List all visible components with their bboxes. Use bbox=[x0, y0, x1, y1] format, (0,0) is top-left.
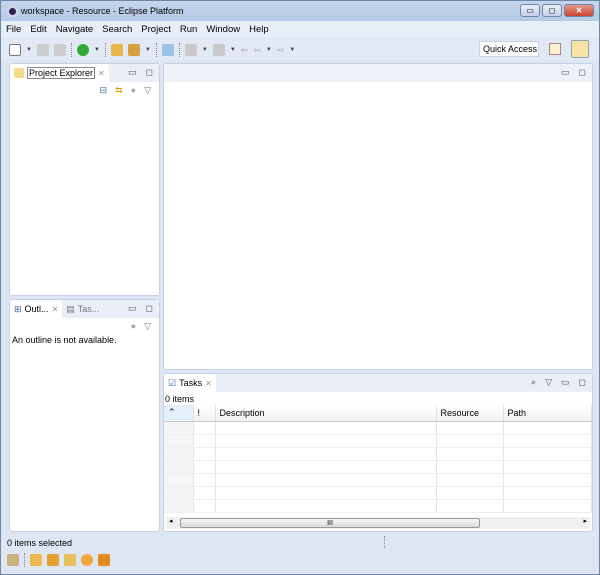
outline-message: An outline is not available. bbox=[12, 335, 117, 345]
menu-edit[interactable]: Edit bbox=[30, 24, 46, 35]
menu-bar: File Edit Navigate Search Project Run Wi… bbox=[1, 21, 599, 38]
quick-access-field[interactable]: Quick Access bbox=[479, 41, 539, 57]
next-annotation-icon[interactable] bbox=[184, 44, 197, 56]
link-editor-icon[interactable]: ⇆ bbox=[115, 85, 123, 96]
filter-icon[interactable]: ● bbox=[131, 321, 136, 332]
outline-icon: ⊞ bbox=[14, 303, 22, 314]
cheatsheet-icon[interactable] bbox=[47, 554, 59, 566]
editor-area: ▭ ◻ bbox=[163, 63, 593, 370]
save-icon[interactable] bbox=[36, 44, 49, 56]
scroll-left-icon[interactable]: ◂ bbox=[169, 517, 173, 525]
menu-project[interactable]: Project bbox=[141, 24, 171, 35]
show-view-icon[interactable] bbox=[30, 554, 42, 566]
minimize-view-icon[interactable]: ▭ bbox=[128, 303, 137, 314]
status-text: 0 items selected bbox=[7, 538, 73, 548]
close-button[interactable]: ✕ bbox=[564, 4, 594, 17]
maximize-button[interactable]: ◻ bbox=[542, 4, 562, 17]
fast-view-icon[interactable] bbox=[7, 554, 19, 566]
minimize-view-icon[interactable]: ▭ bbox=[561, 377, 570, 388]
column-header-resource[interactable]: Resource bbox=[436, 405, 504, 422]
close-tab-icon[interactable]: ✕ bbox=[205, 379, 212, 388]
close-tab-icon[interactable]: ✕ bbox=[52, 305, 59, 314]
status-divider bbox=[384, 536, 385, 548]
new-icon[interactable] bbox=[9, 44, 21, 56]
outline-pane: ⊞ Outl... ✕ ▤ Tas... ▭ ◻ ● ▽ An outline is… bbox=[9, 299, 160, 532]
column-header-description[interactable]: Description bbox=[215, 405, 437, 422]
eclipse-logo-icon bbox=[7, 5, 18, 17]
menu-search[interactable]: Search bbox=[102, 24, 132, 35]
help-icon[interactable] bbox=[81, 554, 93, 566]
tab-outline[interactable]: ⊞ Outl... ✕ bbox=[10, 300, 63, 318]
menu-run[interactable]: Run bbox=[180, 24, 197, 35]
minimize-button[interactable]: ▭ bbox=[520, 4, 540, 17]
back-icon[interactable]: ⇦ bbox=[253, 45, 261, 56]
maximize-editor-icon[interactable]: ◻ bbox=[579, 67, 586, 78]
maximize-view-icon[interactable]: ◻ bbox=[579, 377, 586, 388]
search-dropdown-icon[interactable]: ▼ bbox=[145, 47, 151, 53]
table-row bbox=[164, 473, 592, 487]
collapse-all-icon[interactable]: ⊟ bbox=[100, 85, 108, 96]
task-list-icon: ▤ bbox=[66, 303, 75, 314]
wand-icon[interactable] bbox=[64, 554, 76, 566]
view-menu-icon[interactable]: ▽ bbox=[144, 321, 151, 332]
resource-perspective-button[interactable] bbox=[571, 40, 589, 58]
open-perspective-icon[interactable] bbox=[549, 43, 561, 55]
run-dropdown-icon[interactable]: ▼ bbox=[94, 47, 100, 53]
view-menu-icon[interactable]: ▽ bbox=[545, 377, 552, 388]
column-header-completed[interactable]: ⌃ bbox=[164, 405, 194, 422]
open-folder-icon[interactable] bbox=[110, 44, 123, 56]
table-row bbox=[164, 447, 592, 461]
save-all-icon[interactable] bbox=[53, 44, 66, 56]
menu-file[interactable]: File bbox=[6, 24, 21, 35]
table-row bbox=[164, 460, 592, 474]
folder-icon bbox=[14, 68, 24, 78]
column-header-path[interactable]: Path bbox=[503, 405, 592, 422]
briefcase-icon[interactable] bbox=[98, 554, 110, 566]
tasks-icon: ☑ bbox=[168, 377, 177, 388]
window-title: workspace - Resource - Eclipse Platform bbox=[21, 6, 184, 16]
eclipse-window: workspace - Resource - Eclipse Platform … bbox=[0, 0, 600, 575]
tab-task-list[interactable]: ▤ Tas... bbox=[62, 300, 103, 318]
scroll-right-icon[interactable]: ▸ bbox=[583, 517, 587, 525]
horizontal-scrollbar[interactable]: ◂ III ▸ bbox=[166, 517, 590, 529]
new-dropdown-icon[interactable]: ▼ bbox=[26, 47, 32, 53]
title-bar: workspace - Resource - Eclipse Platform … bbox=[1, 1, 599, 21]
tab-project-explorer[interactable]: Project Explorer ✕ bbox=[10, 64, 109, 82]
menu-window[interactable]: Window bbox=[206, 24, 240, 35]
table-row bbox=[164, 499, 592, 513]
minimize-view-icon[interactable]: ▭ bbox=[128, 67, 137, 78]
close-tab-icon[interactable]: ✕ bbox=[98, 69, 105, 78]
column-header-priority[interactable]: ! bbox=[193, 405, 216, 422]
last-edit-icon[interactable]: ⇐ bbox=[241, 45, 249, 56]
search-tool-icon[interactable] bbox=[127, 44, 140, 56]
scrollbar-thumb[interactable]: III bbox=[180, 518, 480, 528]
annotation-icon[interactable] bbox=[161, 44, 174, 56]
filter-icon[interactable]: ● bbox=[531, 377, 536, 388]
table-row bbox=[164, 421, 592, 435]
trim-toolbar bbox=[7, 553, 110, 567]
menu-navigate[interactable]: Navigate bbox=[56, 24, 94, 35]
table-row bbox=[164, 434, 592, 448]
maximize-view-icon[interactable]: ◻ bbox=[146, 303, 153, 314]
tasks-pane: ☑ Tasks ✕ ● ▽ ▭ ◻ 0 items ⌃ ! Description R… bbox=[163, 373, 593, 532]
items-count: 0 items bbox=[165, 394, 195, 404]
prev-annotation-icon[interactable] bbox=[212, 44, 225, 56]
maximize-view-icon[interactable]: ◻ bbox=[146, 67, 153, 78]
project-explorer-pane: Project Explorer ✕ ▭ ◻ ⊟ ⇆ ● ▽ bbox=[9, 63, 160, 296]
table-row bbox=[164, 486, 592, 500]
minimize-editor-icon[interactable]: ▭ bbox=[561, 67, 570, 78]
filter-icon[interactable]: ● bbox=[131, 85, 136, 96]
forward-icon[interactable]: ⇨ bbox=[277, 45, 285, 56]
tasks-table: ⌃ ! Description Resource Path bbox=[164, 405, 592, 513]
run-icon[interactable] bbox=[76, 44, 89, 56]
tab-tasks[interactable]: ☑ Tasks ✕ bbox=[164, 374, 216, 392]
view-menu-icon[interactable]: ▽ bbox=[144, 85, 151, 96]
menu-help[interactable]: Help bbox=[249, 24, 269, 35]
